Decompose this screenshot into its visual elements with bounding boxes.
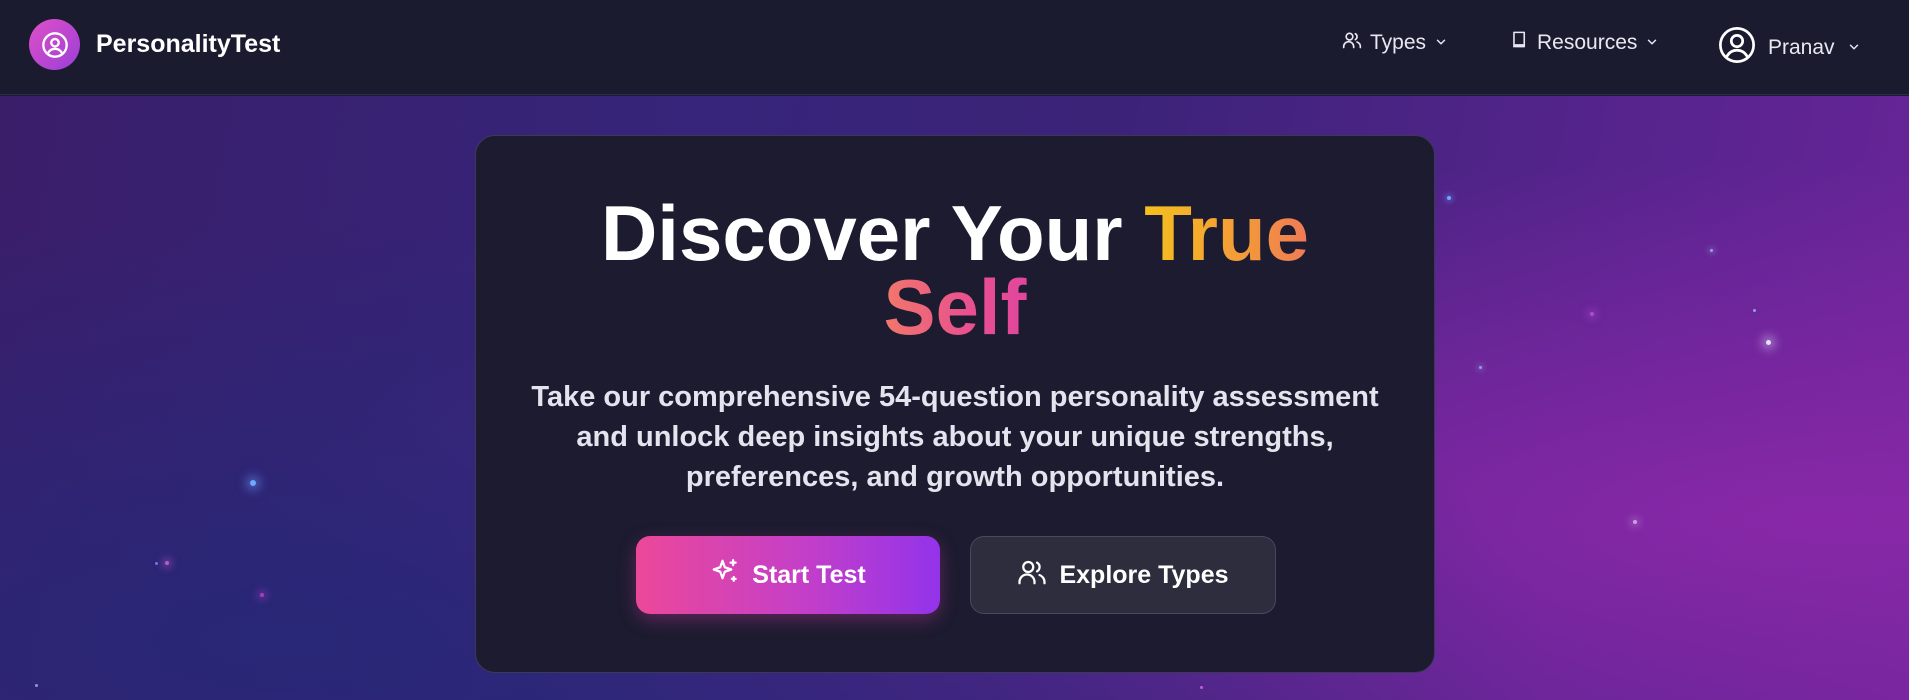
chevron-down-icon xyxy=(1847,36,1861,60)
hero-card: Discover Your True Self Take our compreh… xyxy=(475,135,1435,673)
sparkles-icon xyxy=(710,557,752,594)
user-circle-icon xyxy=(29,19,80,70)
chevron-down-icon xyxy=(1434,31,1448,55)
explore-types-button[interactable]: Explore Types xyxy=(970,536,1276,614)
background-star xyxy=(1447,196,1451,200)
start-test-label: Start Test xyxy=(752,560,866,589)
background-star xyxy=(155,562,158,565)
background-star xyxy=(165,561,169,565)
background-star xyxy=(1753,309,1756,312)
top-navbar: PersonalityTest Types Resources Pranav xyxy=(0,0,1909,95)
chevron-down-icon xyxy=(1645,31,1659,55)
user-avatar-icon xyxy=(1718,26,1756,70)
hero-headline: Discover Your True Self xyxy=(476,194,1434,346)
background-star xyxy=(1479,366,1482,369)
headline-highlight-true: True xyxy=(1144,189,1310,277)
nav-resources-label: Resources xyxy=(1537,30,1638,54)
nav-resources-menu[interactable]: Resources xyxy=(1510,30,1659,55)
background-star xyxy=(1766,340,1771,345)
book-icon xyxy=(1510,30,1529,55)
background-star xyxy=(260,593,264,597)
user-name: Pranav xyxy=(1768,36,1835,59)
hero-subtitle: Take our comprehensive 54-question perso… xyxy=(531,381,1379,493)
background-star xyxy=(1710,249,1713,252)
nav-types-label: Types xyxy=(1370,31,1427,54)
background-star xyxy=(35,684,38,687)
start-test-button[interactable]: Start Test xyxy=(636,536,940,614)
user-menu[interactable]: Pranav xyxy=(1718,26,1861,70)
users-icon xyxy=(1342,30,1362,56)
brand-name: PersonalityTest xyxy=(96,30,281,58)
background-star xyxy=(250,480,256,486)
explore-types-label: Explore Types xyxy=(1059,560,1229,589)
brand[interactable]: PersonalityTest xyxy=(29,19,280,70)
background-star xyxy=(1633,520,1637,524)
headline-highlight-self: Self xyxy=(883,263,1027,351)
users-icon xyxy=(1017,557,1059,594)
background-star xyxy=(1200,686,1203,689)
headline-text: Discover Your xyxy=(600,189,1145,277)
background-star xyxy=(1590,312,1594,316)
nav-types-menu[interactable]: Types xyxy=(1342,30,1448,56)
